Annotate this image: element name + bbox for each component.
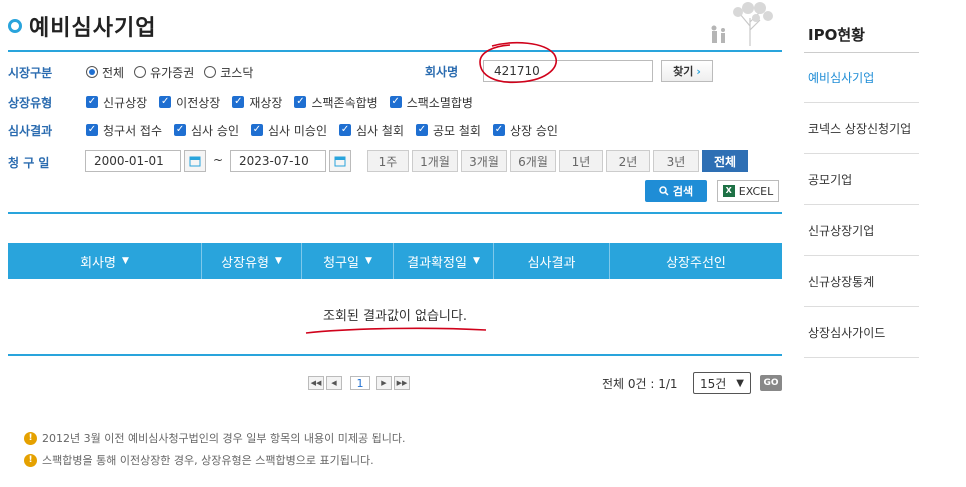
- checkbox-offering-withdrawn[interactable]: ✓ 공모 철회: [416, 122, 481, 139]
- market-radio-kospi[interactable]: 유가증권: [134, 64, 194, 81]
- period-6month-button[interactable]: 6개월: [510, 150, 556, 172]
- checkbox-checked-icon: ✓: [416, 124, 428, 136]
- checkbox-checked-icon: ✓: [86, 124, 98, 136]
- period-3year-button[interactable]: 3년: [653, 150, 699, 172]
- period-all-button[interactable]: 전체: [702, 150, 748, 172]
- date-from-input[interactable]: [85, 150, 181, 172]
- main-content: 예비심사기업 시장구분 전체 유가증권 코스닥 회사명 찾기› 상장유형 ✓신규…: [0, 0, 790, 487]
- checkbox-approved[interactable]: ✓ 심사 승인: [174, 122, 239, 139]
- search-button[interactable]: 검색: [645, 180, 707, 202]
- note-item: ! 스팩합병을 통해 이전상장한 경우, 상장유형은 스팩합병으로 표기됩니다.: [24, 452, 374, 468]
- checkbox-checked-icon: ✓: [492, 124, 505, 136]
- checkbox-checked-icon: ✓: [232, 96, 245, 108]
- last-page-icon[interactable]: ▶▶: [394, 376, 410, 390]
- column-underwriter: 상장주선인: [666, 255, 726, 271]
- period-3month-button[interactable]: 3개월: [461, 150, 507, 172]
- sidebar-item-guide[interactable]: 상장심사가이드: [804, 308, 919, 358]
- excel-download-button[interactable]: X EXCEL: [717, 180, 779, 202]
- company-label: 회사명: [425, 65, 459, 79]
- annotation-circle: [479, 41, 557, 84]
- prev-page-icon[interactable]: ◀: [326, 376, 342, 390]
- empty-result-message: 조회된 결과값이 없습니다.: [323, 309, 467, 324]
- checkbox-spac-surviving[interactable]: ✓ 스팩존속합병: [294, 94, 378, 111]
- column-filing-date[interactable]: 청구일 ▼: [302, 243, 394, 279]
- checkbox-not-approved[interactable]: ✓ 심사 미승인: [251, 122, 327, 139]
- title-circle-icon: [8, 19, 22, 33]
- info-icon: !: [24, 453, 37, 467]
- column-company[interactable]: 회사명 ▼: [8, 243, 202, 279]
- tree-illustration-icon: [711, 2, 773, 46]
- sidebar-item-statistics[interactable]: 신규상장통계: [804, 257, 919, 307]
- checkbox-checked-icon: ✓: [174, 124, 187, 136]
- calendar-icon[interactable]: [184, 150, 206, 172]
- checkbox-checked-icon: ✓: [251, 124, 263, 136]
- chevron-down-icon: ▼: [736, 377, 744, 389]
- column-review-result: 심사결과: [494, 243, 610, 279]
- market-filter-row: 시장구분 전체 유가증권 코스닥: [8, 62, 263, 82]
- period-1month-button[interactable]: 1개월: [412, 150, 458, 172]
- checkbox-relisting[interactable]: ✓ 재상장: [232, 94, 282, 111]
- checkbox-checked-icon: ✓: [294, 96, 307, 108]
- result-label: 심사결과: [8, 123, 53, 138]
- market-radio-all[interactable]: 전체: [86, 64, 124, 81]
- sidebar-item-preliminary[interactable]: 예비심사기업: [804, 53, 919, 103]
- filter-divider: [8, 212, 782, 214]
- go-button[interactable]: GO: [760, 375, 782, 391]
- market-radio-kosdaq[interactable]: 코스닥: [204, 64, 253, 81]
- calendar-icon[interactable]: [329, 150, 351, 172]
- period-1week-button[interactable]: 1주: [367, 150, 409, 172]
- checkbox-withdrawn[interactable]: ✓ 심사 철회: [339, 122, 404, 139]
- next-page-icon[interactable]: ▶: [376, 376, 392, 390]
- sort-down-icon: ▼: [472, 256, 480, 266]
- checkbox-listing-approved[interactable]: ✓ 상장 승인: [492, 122, 558, 139]
- page-header: 예비심사기업: [8, 8, 156, 44]
- checkbox-new-listing[interactable]: ✓ 신규상장: [86, 94, 147, 111]
- page-title: 예비심사기업: [29, 16, 157, 41]
- sort-down-icon: ▼: [121, 256, 129, 266]
- radio-selected-icon: [86, 66, 98, 78]
- sidebar: IPO현황 예비심사기업 코넥스 상장신청기업 공모기업 신규상장기업 신규상장…: [796, 0, 966, 487]
- pagination: ◀◀ ◀ 1 ▶ ▶▶: [308, 376, 412, 390]
- listing-label: 상장유형: [8, 95, 53, 110]
- radio-empty-icon: [134, 66, 147, 78]
- result-count: 전체 0건 : 1/1: [602, 377, 678, 391]
- column-listing-type[interactable]: 상장유형 ▼: [202, 243, 302, 279]
- table-header: 회사명 ▼ 상장유형 ▼ 청구일 ▼ 결과확정일 ▼ 심사결과 상장주선인: [8, 243, 782, 279]
- page-number[interactable]: 1: [350, 376, 370, 390]
- market-label: 시장구분: [8, 65, 53, 80]
- sidebar-item-new-listing[interactable]: 신규상장기업: [804, 206, 919, 256]
- radio-empty-icon: [204, 66, 217, 78]
- date-to-input[interactable]: [230, 150, 326, 172]
- checkbox-checked-icon: ✓: [86, 96, 98, 108]
- table-bottom-line: [8, 354, 782, 356]
- sort-down-icon: ▼: [274, 256, 282, 266]
- checkbox-checked-icon: ✓: [339, 124, 352, 136]
- checkbox-checked-icon: ✓: [159, 96, 172, 108]
- date-range-separator: ~: [213, 153, 224, 167]
- sidebar-item-konex[interactable]: 코넥스 상장신청기업: [804, 104, 919, 154]
- search-icon: [659, 186, 669, 196]
- column-confirm-date[interactable]: 결과확정일 ▼: [394, 243, 494, 279]
- annotation-underline: [305, 327, 487, 334]
- checkbox-filed[interactable]: ✓ 청구서 접수: [86, 122, 162, 139]
- checkbox-transfer-listing[interactable]: ✓ 이전상장: [159, 94, 220, 111]
- review-result-row: 심사결과 ✓ 청구서 접수 ✓ 심사 승인 ✓ 심사 미승인 ✓ 심사 철회 ✓ 공모 철…: [8, 120, 570, 140]
- checkbox-spac-extinct[interactable]: ✓ 스팩소멸합병: [389, 94, 473, 111]
- period-2year-button[interactable]: 2년: [606, 150, 650, 172]
- first-page-icon[interactable]: ◀◀: [308, 376, 324, 390]
- chevron-right-icon: ›: [696, 64, 701, 78]
- checkbox-checked-icon: ✓: [389, 96, 402, 108]
- find-button[interactable]: 찾기 ›: [661, 60, 713, 82]
- info-icon: !: [24, 431, 37, 445]
- sidebar-title: IPO현황: [808, 26, 865, 44]
- sidebar-item-offering[interactable]: 공모기업: [804, 155, 919, 205]
- period-1year-button[interactable]: 1년: [559, 150, 603, 172]
- sort-down-icon: ▼: [364, 256, 372, 266]
- date-label: 청 구 일: [8, 156, 50, 170]
- listing-type-row: 상장유형 ✓ 신규상장 ✓ 이전상장 ✓ 재상장 ✓ 스팩존속합병 ✓ 스팩소멸합병: [8, 92, 485, 112]
- note-item: ! 2012년 3월 이전 예비심사청구법인의 경우 일부 항목의 내용이 미제…: [24, 430, 405, 446]
- excel-icon: X: [722, 185, 735, 197]
- page-size-select[interactable]: 15건 ▼: [693, 372, 751, 394]
- title-divider: [8, 50, 782, 52]
